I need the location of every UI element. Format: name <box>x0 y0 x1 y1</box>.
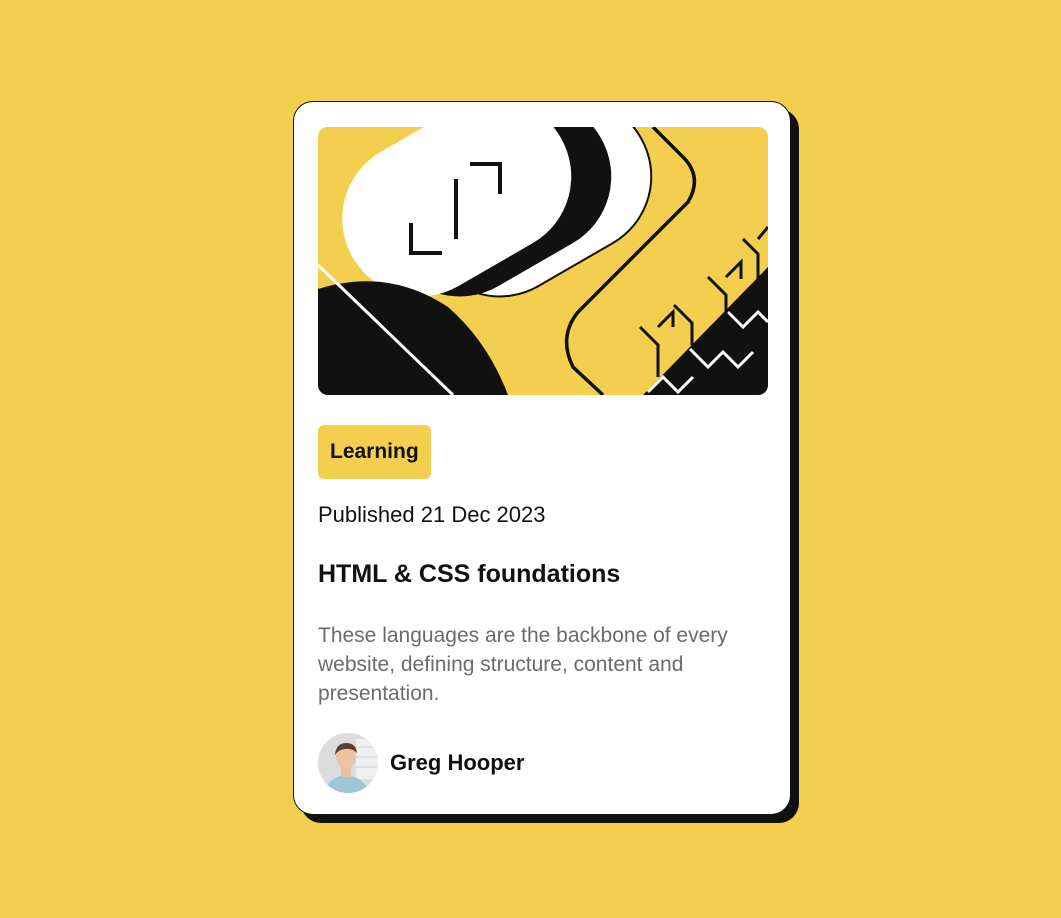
published-date: Published 21 Dec 2023 <box>318 502 546 527</box>
page: { "card": { "category": "Learning", "pub… <box>0 0 1061 918</box>
category-badge: Learning <box>318 425 431 479</box>
abstract-illustration-icon <box>318 127 768 395</box>
card-description: These languages are the backbone of ever… <box>318 624 728 705</box>
card-title[interactable]: HTML & CSS foundations <box>318 560 620 589</box>
hero-illustration <box>318 127 768 395</box>
avatar <box>318 733 378 793</box>
author: Greg Hooper <box>318 733 524 793</box>
author-name: Greg Hooper <box>390 750 525 775</box>
avatar-photo-icon <box>318 733 378 793</box>
blog-preview-card[interactable]: Learning Published 21 Dec 2023 HTML & CS… <box>293 101 791 815</box>
